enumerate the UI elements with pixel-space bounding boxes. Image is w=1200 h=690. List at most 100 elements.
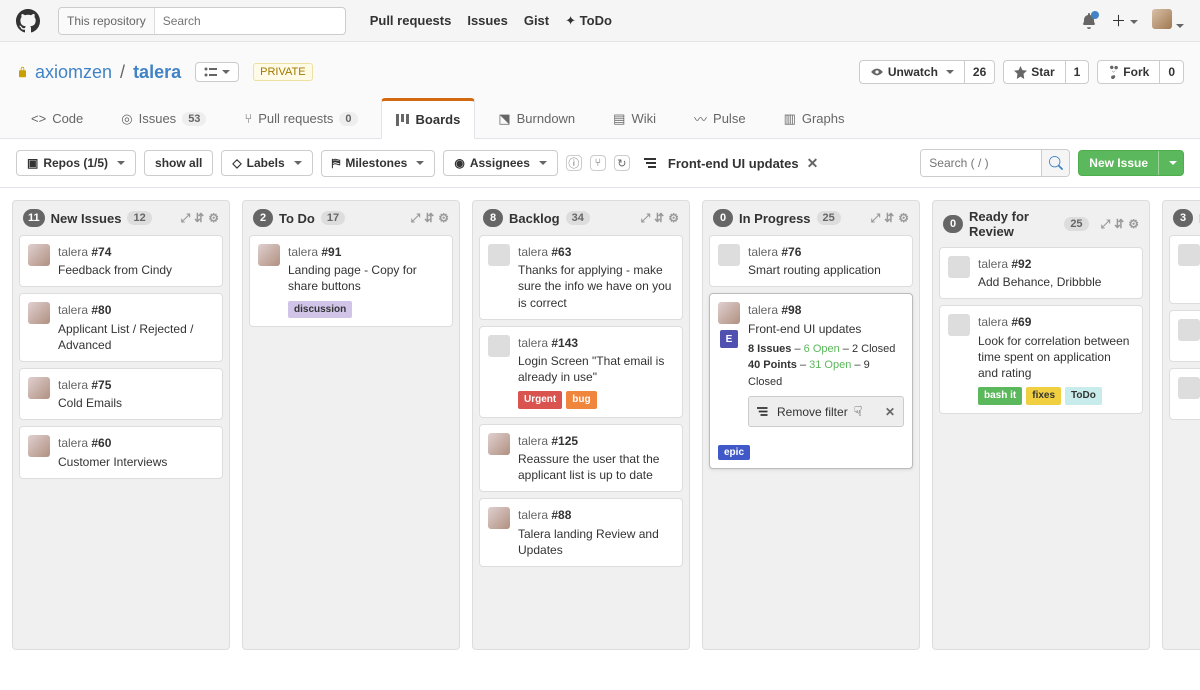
new-issue-dropdown[interactable] xyxy=(1158,151,1183,175)
tab-boards-label: Boards xyxy=(416,112,461,127)
collapse-icon[interactable]: ⤢ xyxy=(411,211,421,226)
collapse-icon[interactable]: ⤢ xyxy=(641,211,651,226)
tab-burndown[interactable]: ⬔Burndown xyxy=(483,98,590,138)
remove-filter-button[interactable]: Remove filter ☟ ✕ xyxy=(748,396,904,427)
tab-issues-count: 53 xyxy=(182,112,206,126)
issue-card[interactable]: talera #92Add Behance, Dribbble xyxy=(939,247,1143,299)
sort-icon[interactable]: ⇵ xyxy=(884,211,894,226)
refresh-icon-button[interactable]: ↻ xyxy=(614,155,630,171)
notifications-icon[interactable] xyxy=(1081,13,1097,29)
tab-boards[interactable]: Boards xyxy=(381,98,476,139)
watch-button[interactable]: Unwatch xyxy=(859,60,965,84)
issue-card[interactable]: talera #74Feedback from Cindy xyxy=(19,235,223,287)
epic-card[interactable]: E talera #98 Front-end UI updates 8 Issu… xyxy=(709,293,913,469)
collapse-icon[interactable]: ⤢ xyxy=(871,211,881,226)
show-all-button[interactable]: show all xyxy=(144,150,213,176)
card-repo: talera xyxy=(58,245,88,259)
gear-icon[interactable]: ⚙ xyxy=(438,211,449,226)
gear-icon[interactable]: ⚙ xyxy=(208,211,219,226)
info-icon-button[interactable]: ⓘ xyxy=(566,155,582,171)
labels-filter-button[interactable]: ◇Labels xyxy=(221,150,312,176)
issue-card[interactable]: talera #47User History xyxy=(1169,310,1200,362)
tab-issues[interactable]: ◎Issues53 xyxy=(106,98,221,138)
tab-pulse[interactable]: 〰Pulse xyxy=(679,98,761,138)
tab-pulls[interactable]: ⑂Pull requests0 xyxy=(229,98,372,138)
tab-graphs[interactable]: ▥Graphs xyxy=(769,98,860,138)
board-search-input[interactable] xyxy=(921,150,1041,176)
milestones-filter-button[interactable]: ⛿Milestones xyxy=(321,150,436,177)
card-number: #60 xyxy=(91,436,111,450)
card-title: Cold Emails xyxy=(58,395,214,411)
issue-card[interactable]: talera #143Login Screen "That email is a… xyxy=(479,326,683,418)
repo-header: axiomzen / talera PRIVATE Unwatch 26 xyxy=(0,42,1200,139)
column-todo: 2 To Do 17 ⤢⇵⚙ talera #91Landing page - … xyxy=(242,200,460,650)
clear-filter-button[interactable]: ✕ xyxy=(807,155,819,172)
repos-filter-button[interactable]: ▣Repos (1/5) xyxy=(16,150,136,176)
board-search[interactable] xyxy=(920,149,1070,177)
fork-count[interactable]: 0 xyxy=(1160,60,1184,84)
sort-icon[interactable]: ⇵ xyxy=(424,211,434,226)
issue-card[interactable]: talera #76Smart routing application xyxy=(709,235,913,287)
repo-owner-link[interactable]: axiomzen xyxy=(35,62,112,83)
merge-icon-button[interactable]: ⑂ xyxy=(590,155,606,171)
search-input[interactable] xyxy=(155,14,345,28)
new-issue-button[interactable]: New Issue xyxy=(1078,150,1184,176)
issue-card[interactable]: talera #73Can applicants log back in to … xyxy=(1169,235,1200,304)
person-icon: ◉ xyxy=(454,156,464,170)
sort-icon[interactable]: ⇵ xyxy=(1114,217,1124,232)
assignees-filter-button[interactable]: ◉Assignees xyxy=(443,150,558,176)
tab-code[interactable]: <>Code xyxy=(16,98,98,138)
search-scope[interactable]: This repository xyxy=(59,8,155,34)
avatar-icon xyxy=(718,244,740,266)
card-title: Applicant List / Rejected / Advanced xyxy=(58,321,214,353)
column-badge: 11 xyxy=(23,209,45,227)
gear-icon[interactable]: ⚙ xyxy=(898,211,909,226)
label-epic: epic xyxy=(718,445,750,460)
gear-icon[interactable]: ⚙ xyxy=(668,211,679,226)
avatar-icon xyxy=(488,244,510,266)
private-label: PRIVATE xyxy=(253,63,312,81)
avatar-icon xyxy=(28,435,50,457)
remove-filter-label: Remove filter xyxy=(777,404,848,420)
sort-icon[interactable]: ⇵ xyxy=(654,211,664,226)
github-logo-icon[interactable] xyxy=(16,7,44,35)
issue-card[interactable]: talera #60Customer Interviews xyxy=(19,426,223,478)
star-button[interactable]: Star xyxy=(1003,60,1065,84)
labels-filter-label: Labels xyxy=(247,156,285,170)
user-menu[interactable] xyxy=(1152,9,1184,32)
card-number: #92 xyxy=(1011,257,1031,271)
board-scroll[interactable]: 11 New Issues 12 ⤢⇵⚙ talera #74Feedback … xyxy=(0,188,1200,690)
sort-icon[interactable]: ⇵ xyxy=(194,211,204,226)
nav-issues[interactable]: Issues xyxy=(467,13,507,29)
card-number: #125 xyxy=(551,434,578,448)
repo-tabs: <>Code ◎Issues53 ⑂Pull requests0 Boards … xyxy=(16,98,1184,138)
avatar-icon xyxy=(28,302,50,324)
view-mode-button[interactable] xyxy=(195,62,239,82)
issue-card[interactable]: talera #125Reassure the user that the ap… xyxy=(479,424,683,493)
issue-card[interactable]: talera #80Applicant List / Rejected / Ad… xyxy=(19,293,223,362)
column-new-issues: 11 New Issues 12 ⤢⇵⚙ talera #74Feedback … xyxy=(12,200,230,650)
book-icon: ▤ xyxy=(613,111,625,127)
search-icon[interactable] xyxy=(1041,150,1069,176)
issue-card[interactable]: talera #70Implement In xyxy=(1169,368,1200,420)
nav-pull-requests[interactable]: Pull requests xyxy=(370,13,452,29)
issue-card[interactable]: talera #63Thanks for applying - make sur… xyxy=(479,235,683,320)
repo-name-link[interactable]: talera xyxy=(133,62,181,83)
create-new-menu[interactable]: ＋ xyxy=(1111,10,1138,31)
tab-wiki[interactable]: ▤Wiki xyxy=(598,98,671,138)
gear-icon[interactable]: ⚙ xyxy=(1128,217,1139,232)
issue-card[interactable]: talera #75Cold Emails xyxy=(19,368,223,420)
collapse-icon[interactable]: ⤢ xyxy=(1101,217,1111,232)
issue-card[interactable]: talera #91Landing page - Copy for share … xyxy=(249,235,453,327)
nav-todo[interactable]: ✦ ToDo xyxy=(565,13,612,29)
epic-stats: 8 Issues – 6 Open – 2 Closed 40 Points –… xyxy=(748,341,904,391)
search-field[interactable]: This repository xyxy=(58,7,346,35)
issue-card[interactable]: talera #69Look for correlation between t… xyxy=(939,305,1143,413)
watch-count[interactable]: 26 xyxy=(965,60,995,84)
issue-card[interactable]: talera #88Talera landing Review and Upda… xyxy=(479,498,683,567)
fork-button[interactable]: Fork xyxy=(1097,60,1160,84)
star-count[interactable]: 1 xyxy=(1066,60,1090,84)
close-icon[interactable]: ✕ xyxy=(885,404,895,420)
nav-gist[interactable]: Gist xyxy=(524,13,549,29)
collapse-icon[interactable]: ⤢ xyxy=(181,211,191,226)
